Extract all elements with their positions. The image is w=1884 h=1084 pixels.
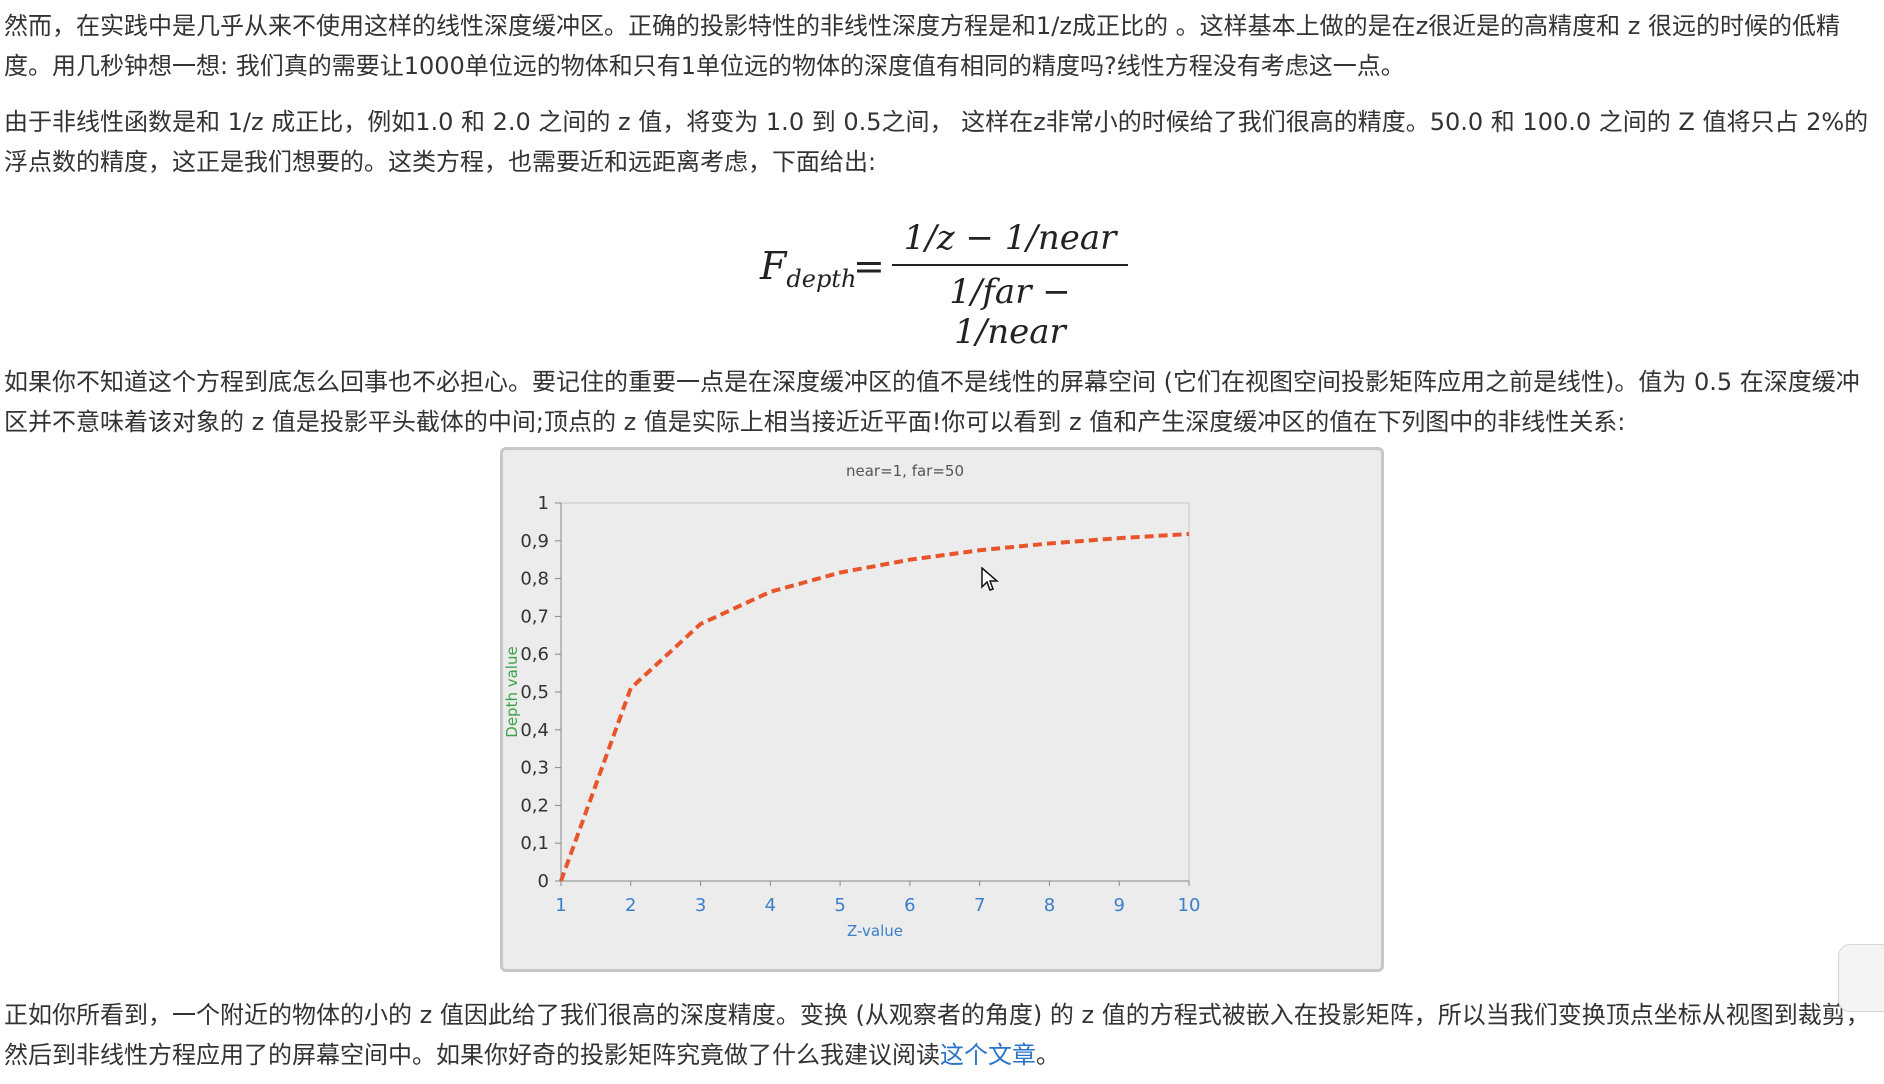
mouse-cursor-icon xyxy=(981,567,1000,591)
formula-lhs: Fdepth xyxy=(760,244,857,293)
y-tick-label: 1 xyxy=(538,493,549,514)
article-content: 然而，在实践中是几乎从来不使用这样的线性深度缓冲区。正确的投影特性的非线性深度方… xyxy=(4,6,1880,1075)
y-tick-label: 0,2 xyxy=(520,795,549,816)
formula-fraction: 1/z − 1/near 1/far − 1/near xyxy=(892,218,1128,352)
paragraph-conclusion: 正如你所看到，一个附近的物体的小的 z 值因此给了我们很高的深度精度。变换 (从… xyxy=(4,995,1880,1075)
y-axis-label: Depth value xyxy=(503,646,521,737)
y-tick-label: 0,7 xyxy=(520,606,549,627)
depth-chart: near=1, far=50 0 0,1 0,2 0,3 0,4 0,5 0,6 0,7 0,8 0… xyxy=(503,462,1201,940)
conclusion-text: 正如你所看到，一个附近的物体的小的 z 值因此给了我们很高的深度精度。变换 (从… xyxy=(4,1001,1870,1069)
x-tick-label: 2 xyxy=(625,895,636,916)
conclusion-period: 。 xyxy=(1036,1041,1060,1069)
side-float-widget[interactable] xyxy=(1838,944,1884,1012)
y-tick-label: 0,1 xyxy=(520,833,549,854)
chart-title: near=1, far=50 xyxy=(846,462,964,480)
formula-equals: = xyxy=(853,244,885,288)
x-tick-label: 1 xyxy=(555,895,566,916)
y-tick-label: 0,6 xyxy=(520,644,549,665)
x-tick-label: 4 xyxy=(765,895,776,916)
article-link[interactable]: 这个文章 xyxy=(940,1041,1036,1069)
x-tick-label: 5 xyxy=(834,895,845,916)
x-tick-label: 6 xyxy=(904,895,915,916)
y-tick-label: 0,5 xyxy=(520,682,549,703)
depth-chart-frame: near=1, far=50 0 0,1 0,2 0,3 0,4 0,5 0,6 0,7 0,8 0… xyxy=(500,447,1384,972)
x-tick-label: 3 xyxy=(695,895,706,916)
plot-area xyxy=(560,502,1190,882)
y-tick-label: 0,9 xyxy=(520,531,549,552)
paragraph-depth-explanation: 如果你不知道这个方程到底怎么回事也不必担心。要记住的重要一点是在深度缓冲区的值不… xyxy=(4,368,1860,436)
x-axis-label: Z-value xyxy=(847,922,903,940)
x-tick-label: 9 xyxy=(1113,895,1124,916)
paragraph-reciprocal-precision: 由于非线性函数是和 1/z 成正比，例如1.0 和 2.0 之间的 z 值，将变… xyxy=(4,108,1869,176)
paragraph-nonlinear-intro: 然而，在实践中是几乎从来不使用这样的线性深度缓冲区。正确的投影特性的非线性深度方… xyxy=(4,12,1841,80)
y-tick-label: 0,3 xyxy=(520,758,549,779)
formula-lhs-subscript: depth xyxy=(786,265,857,293)
y-tick-label: 0,8 xyxy=(520,569,549,590)
x-tick-label: 7 xyxy=(974,895,985,916)
depth-formula: Fdepth = 1/z − 1/near 1/far − 1/near xyxy=(4,182,1880,352)
formula-numerator: 1/z − 1/near xyxy=(892,218,1128,266)
formula-denominator: 1/far − 1/near xyxy=(949,272,1071,352)
x-tick-label: 8 xyxy=(1044,895,1055,916)
chart-container: near=1, far=50 0 0,1 0,2 0,3 0,4 0,5 0,6 0,7 0,8 0… xyxy=(4,442,1880,995)
y-tick-label: 0,4 xyxy=(520,720,549,741)
y-tick-label: 0 xyxy=(538,871,549,892)
x-tick-label: 10 xyxy=(1178,895,1201,916)
